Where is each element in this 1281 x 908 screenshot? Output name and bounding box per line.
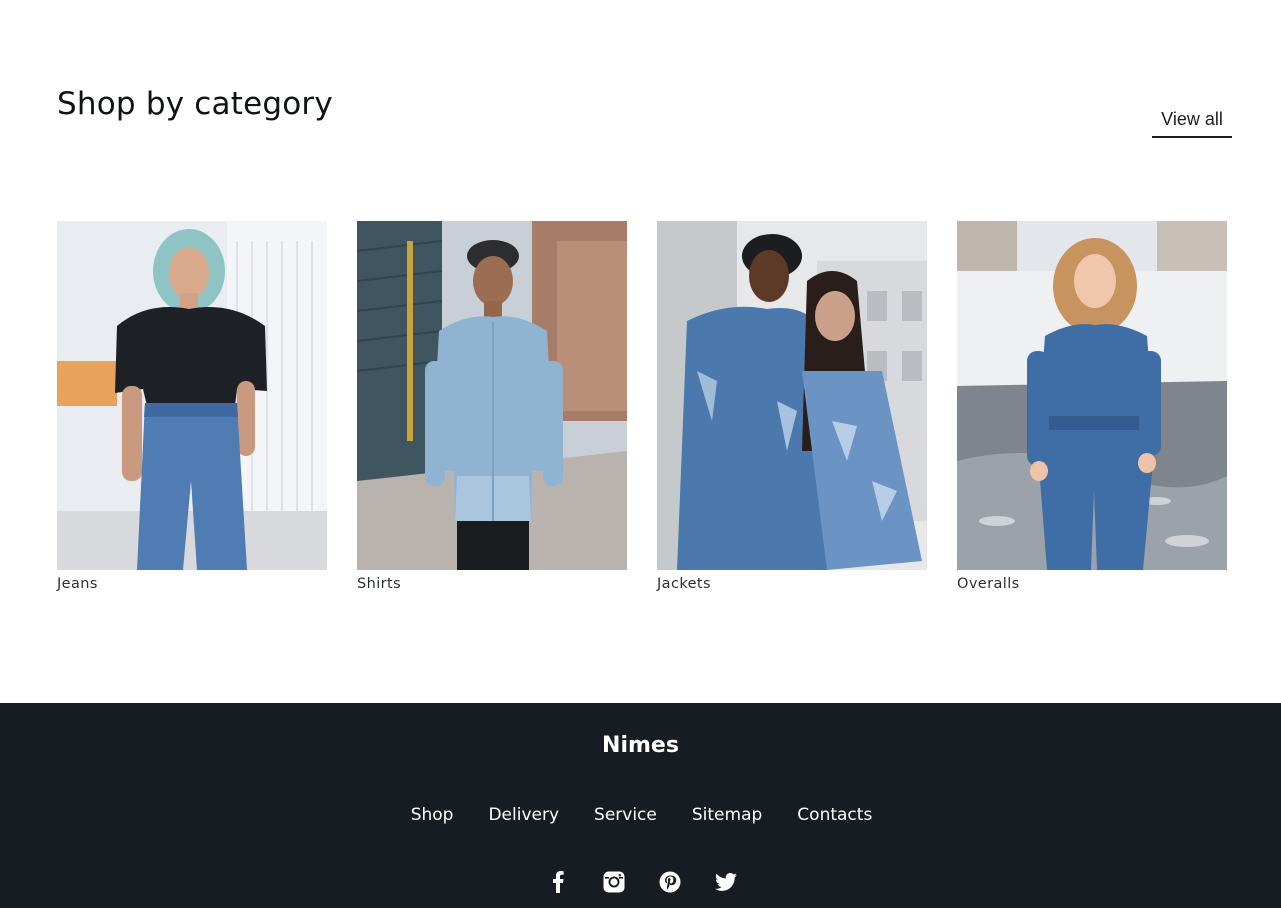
category-card-jeans[interactable]: Jeans — [57, 221, 327, 592]
view-all-link[interactable]: View all — [1152, 106, 1232, 138]
category-grid: Jeans Shirts Jackets Overalls — [57, 221, 1227, 592]
twitter-icon[interactable] — [714, 870, 738, 894]
category-card-overalls[interactable]: Overalls — [957, 221, 1227, 592]
social-links — [0, 870, 1281, 894]
site-footer: Nimes Shop Delivery Service Sitemap Cont… — [0, 703, 1281, 908]
footer-link-contacts[interactable]: Contacts — [797, 805, 872, 825]
jeans-photo[interactable] — [57, 221, 327, 570]
category-label: Jeans — [57, 576, 98, 592]
footer-link-delivery[interactable]: Delivery — [488, 805, 559, 825]
shirts-photo[interactable] — [357, 221, 627, 570]
category-label: Overalls — [957, 576, 1020, 592]
jackets-photo[interactable] — [657, 221, 927, 570]
facebook-icon[interactable] — [546, 870, 570, 894]
category-card-jackets[interactable]: Jackets — [657, 221, 927, 592]
pinterest-icon[interactable] — [658, 870, 682, 894]
footer-link-shop[interactable]: Shop — [411, 805, 454, 825]
footer-brand[interactable]: Nimes — [0, 733, 1281, 758]
category-label: Jackets — [657, 576, 711, 592]
overalls-photo[interactable] — [957, 221, 1227, 570]
footer-link-service[interactable]: Service — [594, 805, 657, 825]
category-card-shirts[interactable]: Shirts — [357, 221, 627, 592]
category-label: Shirts — [357, 576, 402, 592]
footer-nav: Shop Delivery Service Sitemap Contacts — [0, 805, 1281, 825]
instagram-icon[interactable] — [602, 870, 626, 894]
shop-by-category-section: Shop by category View all Jeans Shirts J… — [0, 0, 1281, 703]
section-title: Shop by category — [57, 86, 333, 122]
footer-link-sitemap[interactable]: Sitemap — [692, 805, 762, 825]
